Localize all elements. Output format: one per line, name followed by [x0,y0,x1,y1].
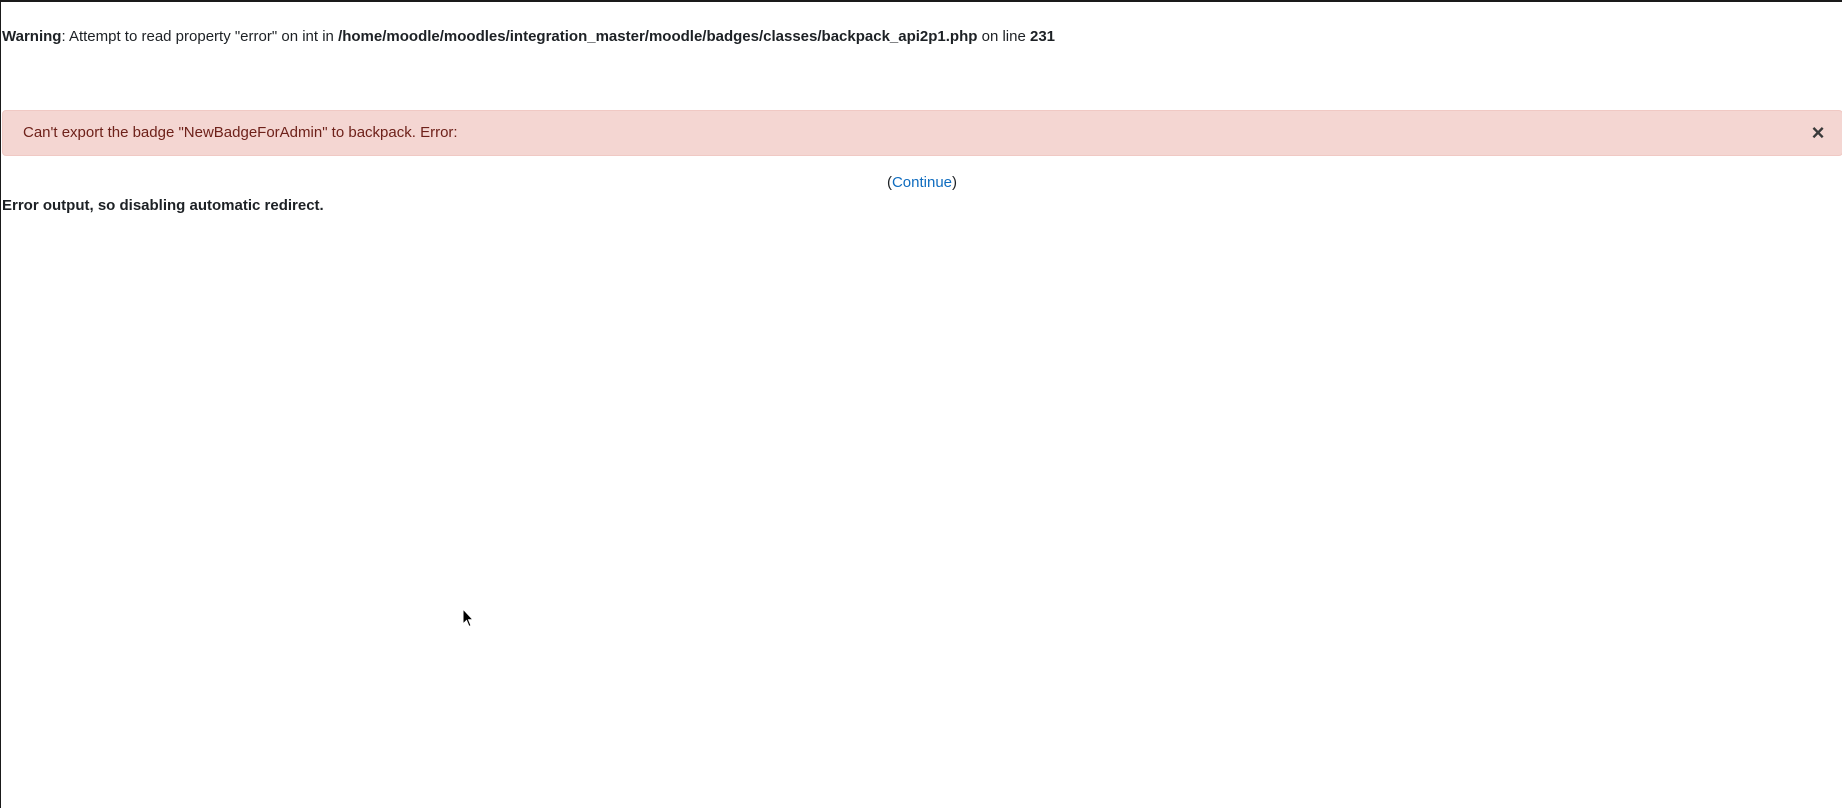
error-alert: Can't export the badge "NewBadgeForAdmin… [2,110,1842,156]
page-frame: Warning: Attempt to read property "error… [0,0,1842,808]
alert-message: Can't export the badge "NewBadgeForAdmin… [23,124,458,141]
continue-container: (Continue) [1,174,1842,192]
close-icon[interactable]: × [1806,120,1830,146]
mouse-cursor-icon [462,608,474,628]
continue-close-paren: ) [952,174,958,191]
warning-file-path: /home/moodle/moodles/integration_master/… [338,28,978,45]
warning-message: : Attempt to read property "error" on in… [61,28,339,45]
redirect-notice: Error output, so disabling automatic red… [2,197,324,214]
warning-line-text: on line [977,28,1030,45]
warning-line-number: 231 [1029,28,1056,45]
php-warning: Warning: Attempt to read property "error… [2,28,1055,46]
warning-label: Warning [2,28,62,45]
continue-link[interactable]: Continue [892,174,952,191]
